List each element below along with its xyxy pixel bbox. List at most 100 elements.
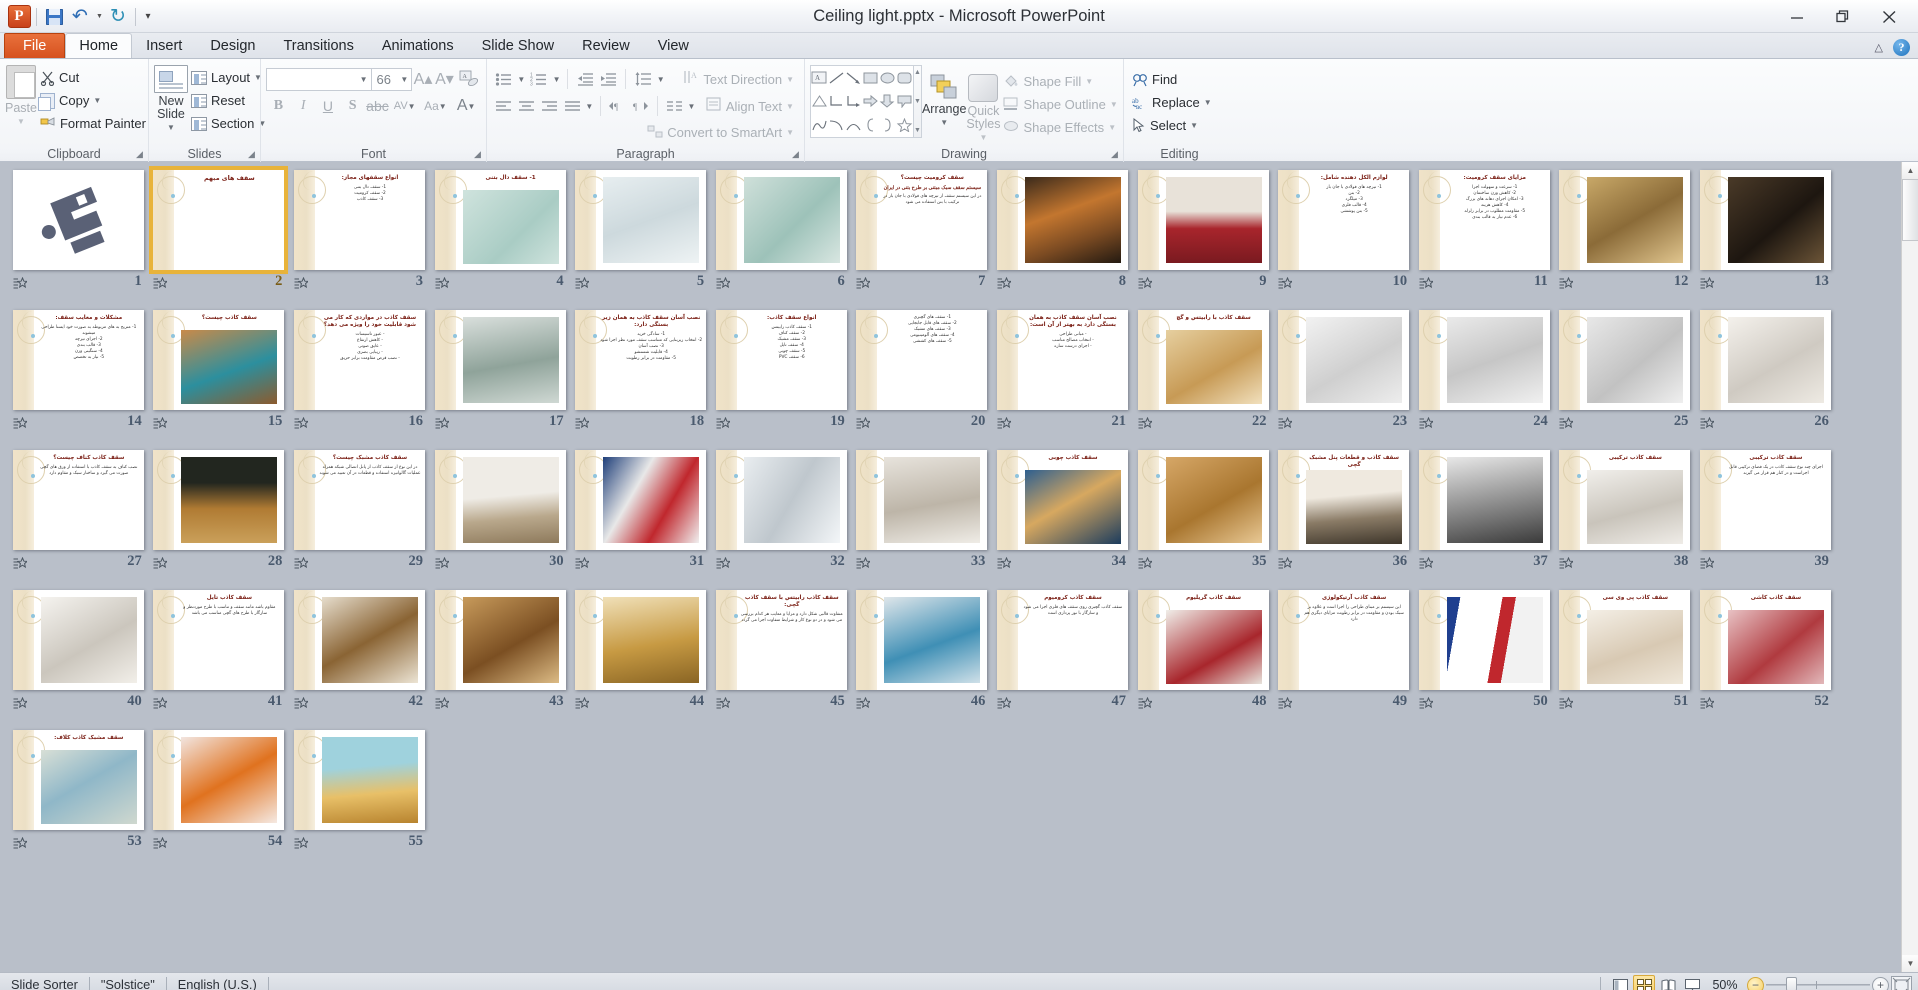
slide-cell[interactable]: سقف کاذب چوبی 34 [992, 448, 1133, 588]
font-size-combo[interactable]: 66 ▼ [371, 67, 413, 91]
slide-transition-icon[interactable] [1138, 556, 1153, 569]
slide-cell[interactable]: 12 [1555, 168, 1696, 308]
slide-thumbnail-30[interactable] [433, 448, 568, 552]
slide-transition-icon[interactable] [294, 556, 310, 569]
theme-name-label[interactable]: "Solstice" [90, 973, 166, 990]
arrange-button[interactable]: Arrange ▼ [922, 64, 966, 129]
slide-transition-icon[interactable] [575, 276, 591, 289]
slide-thumbnail-surface[interactable]: سقف کاذب آرتیکولوژی این سیستم بر مبنای طر… [1278, 590, 1410, 690]
tab-transitions[interactable]: Transitions [269, 33, 367, 58]
bullets-icon[interactable] [492, 67, 515, 91]
slide-thumbnail-1[interactable] [11, 168, 146, 272]
tab-review[interactable]: Review [568, 33, 644, 58]
slide-cell[interactable]: 25 [1555, 308, 1696, 448]
slide-thumbnail-15[interactable]: سقف کاذب چیست؟ [151, 308, 286, 412]
line-spacing-dropdown-icon[interactable]: ▼ [655, 67, 667, 91]
slide-thumbnail-35[interactable] [1136, 448, 1271, 552]
slide-thumbnail-surface[interactable]: سقف کاذب ترکیبی اجرای چند نوع سقف کاذب در… [1699, 450, 1831, 550]
increase-indent-icon[interactable] [597, 67, 620, 91]
slide-thumbnail-surface[interactable]: نصب آسان سقف کاذب به همان بستگی دارد به … [996, 310, 1128, 410]
slide-thumbnail-surface[interactable] [715, 170, 847, 270]
slide-cell[interactable]: 1- سقف های گچبری 2- سقف های قابل جابجایی 3… [852, 308, 993, 448]
italic-button[interactable]: I [291, 94, 316, 118]
slide-thumbnail-surface[interactable] [153, 730, 285, 830]
slide-transition-icon[interactable] [716, 696, 731, 709]
tab-animations[interactable]: Animations [368, 33, 468, 58]
slide-cell[interactable]: سقف مشبک کاذب کلاف: 53 [8, 728, 149, 868]
slide-sorter-pane[interactable]: 1 سقف های مبهم 2 انواع سقفهای مجاز: 1- سقف د… [0, 162, 1918, 972]
drawing-dialog-launcher[interactable]: ◢ [1109, 149, 1120, 160]
slide-cell[interactable]: 37 [1414, 448, 1555, 588]
slide-transition-icon[interactable] [575, 416, 591, 429]
slide-thumbnail-5[interactable] [573, 168, 708, 272]
slides-dialog-launcher[interactable]: ◢ [246, 149, 257, 160]
slide-cell[interactable]: سقف کاذب و قطعات پنل مشبک گچی 36 [1273, 448, 1414, 588]
scroll-down-arrow-icon[interactable]: ▼ [1902, 955, 1918, 972]
slide-transition-icon[interactable] [1138, 416, 1153, 429]
select-button[interactable]: Select ▼ [1129, 114, 1217, 137]
shapes-gallery[interactable]: A [810, 65, 914, 138]
slide-thumbnail-surface[interactable] [1137, 450, 1269, 550]
slide-thumbnail-surface[interactable]: نصب آسان سقف کاذب به همان زیر بستگی دارد… [575, 310, 707, 410]
help-icon[interactable]: ? [1893, 39, 1910, 56]
slide-cell[interactable]: 42 [289, 588, 430, 728]
slide-thumbnail-surface[interactable] [1418, 590, 1550, 690]
slide-transition-icon[interactable] [1700, 416, 1716, 429]
slide-transition-icon[interactable] [716, 276, 731, 289]
slide-thumbnail-surface[interactable] [856, 450, 988, 550]
slide-transition-icon[interactable] [1278, 556, 1294, 569]
new-slide-button[interactable]: New Slide ▼ [154, 62, 188, 140]
slide-thumbnail-41[interactable]: سقف کاذب تایل مقاوم باشد مانند سقف و تناس… [151, 588, 286, 692]
slide-cell[interactable]: 9 [1133, 168, 1274, 308]
slide-cell[interactable]: انواع سقفهای مجاز: 1- سقف دال بتنی 2- سقف … [289, 168, 430, 308]
clear-formatting-icon[interactable]: A [455, 67, 481, 91]
slide-transition-icon[interactable] [13, 556, 28, 569]
slide-thumbnail-surface[interactable]: سقف کاذب ترکیبی [1559, 450, 1691, 550]
slide-thumbnail-9[interactable] [1136, 168, 1271, 272]
tab-file[interactable]: File [4, 33, 66, 58]
slide-transition-icon[interactable] [13, 836, 28, 849]
slide-transition-icon[interactable] [153, 556, 169, 569]
slide-transition-icon[interactable] [856, 696, 872, 709]
slide-transition-icon[interactable] [1278, 276, 1294, 289]
tab-home[interactable]: Home [65, 33, 133, 58]
grow-font-icon[interactable]: A▴ [412, 67, 433, 91]
slide-transition-icon[interactable] [435, 556, 450, 569]
slide-thumbnail-12[interactable] [1557, 168, 1692, 272]
slide-thumbnail-44[interactable] [573, 588, 708, 692]
slide-thumbnail-surface[interactable]: سقف کاذب کاشی [1699, 590, 1831, 690]
scrollbar-thumb[interactable] [1902, 179, 1918, 241]
slide-thumbnail-34[interactable]: سقف کاذب چوبی [995, 448, 1130, 552]
slide-transition-icon[interactable] [13, 276, 28, 289]
slide-cell[interactable]: 50 [1414, 588, 1555, 728]
align-left-icon[interactable] [492, 94, 515, 118]
slide-transition-icon[interactable] [997, 276, 1013, 289]
slide-thumbnail-surface[interactable] [856, 590, 988, 690]
columns-icon[interactable] [663, 94, 686, 118]
slide-transition-icon[interactable] [1419, 416, 1434, 429]
slide-thumbnail-29[interactable]: سقف کاذب مشبک چیست؟ در این نوع از سقف کاذ… [292, 448, 427, 552]
slide-cell[interactable]: 26 [1695, 308, 1836, 448]
fit-slide-to-window-icon[interactable] [1891, 975, 1912, 990]
slide-thumbnail-surface[interactable] [434, 310, 566, 410]
slide-thumbnail-surface[interactable]: سقف کاذب تایل مقاوم باشد مانند سقف و تناس… [153, 590, 285, 690]
slide-thumbnail-surface[interactable] [1278, 310, 1410, 410]
change-case-icon[interactable]: Aa ▼ [420, 94, 452, 118]
slide-thumbnail-8[interactable] [995, 168, 1130, 272]
slide-thumbnail-surface[interactable] [575, 590, 707, 690]
slide-thumbnail-surface[interactable]: سقف کاذب پی وی سی [1559, 590, 1691, 690]
slide-thumbnail-surface[interactable]: 1- سقف های گچبری 2- سقف های قابل جابجایی 3… [856, 310, 988, 410]
slide-thumbnail-surface[interactable]: سقف کرومیت چیست؟ سیستم سقف سبک مبتنی بر ط… [856, 170, 988, 270]
underline-button[interactable]: U [316, 94, 341, 118]
slide-thumbnail-48[interactable]: سقف کاذب گریلیوم [1136, 588, 1271, 692]
slide-transition-icon[interactable] [1138, 276, 1153, 289]
slide-transition-icon[interactable] [294, 836, 310, 849]
slide-thumbnail-surface[interactable]: سقف کاذب گریلیوم [1137, 590, 1269, 690]
slide-cell[interactable]: 5 [570, 168, 711, 308]
slide-thumbnail-surface[interactable]: سقف مشبک کاذب کلاف: [12, 730, 144, 830]
slide-transition-icon[interactable] [575, 556, 591, 569]
slide-thumbnail-28[interactable] [151, 448, 286, 552]
slide-cell[interactable]: سقف کاذب کناف چیست؟ نصب کناف به سقف کاذب … [8, 448, 149, 588]
slide-thumbnail-26[interactable] [1698, 308, 1833, 412]
slide-cell[interactable]: سقف کاذب پی وی سی 51 [1555, 588, 1696, 728]
